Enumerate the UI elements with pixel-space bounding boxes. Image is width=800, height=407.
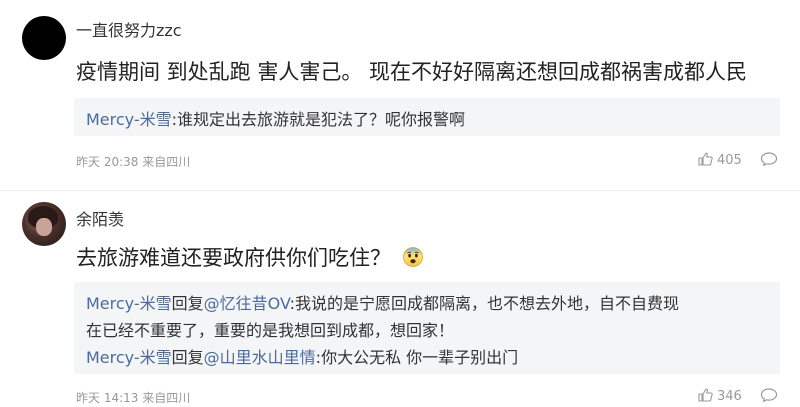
like-count: 405 (717, 153, 742, 168)
reply-button[interactable] (760, 151, 778, 171)
reply-box[interactable]: Mercy-米雪回复@忆往昔OV:我说的是宁愿回成都隔离，也不想去外地，自不自费… (74, 282, 780, 374)
reply-author-link[interactable]: Mercy-米雪 (86, 110, 172, 129)
reply-text: :谁规定出去旅游就是犯法了？呢你报警啊 (171, 110, 466, 129)
like-button[interactable]: 346 (697, 387, 742, 404)
comment-bubble-icon (760, 152, 778, 166)
thumbs-up-icon (698, 152, 713, 166)
reply-author-link[interactable]: Mercy-米雪 (86, 348, 172, 367)
reply-line: Mercy-米雪回复@忆往昔OV:我说的是宁愿回成都隔离，也不想去外地，自不自费… (86, 290, 679, 314)
reply-line: Mercy-米雪回复@山里水山里情:你大公无私 你一辈子别出门 (86, 344, 518, 368)
reply-button[interactable] (760, 387, 778, 407)
avatar[interactable] (22, 16, 66, 60)
comment-body: 去旅游难道还要政府供你们吃住？ (76, 242, 424, 272)
thumbs-up-icon (698, 388, 713, 402)
like-count: 346 (717, 389, 742, 404)
comment-bubble-icon (760, 388, 778, 402)
avatar[interactable] (22, 202, 66, 246)
comment-meta: 昨天 14:13 来自四川 (76, 391, 191, 405)
reply-action: 回复 (171, 294, 204, 313)
like-button[interactable]: 405 (697, 151, 742, 168)
reply-author-link[interactable]: Mercy-米雪 (86, 294, 172, 313)
comment-body-text: 去旅游难道还要政府供你们吃住？ (76, 246, 391, 270)
reply-mention-link[interactable]: @忆往昔OV (204, 294, 290, 313)
reply-line-continued: 在已经不重要了，重要的是我想回到成都，想回家！ (86, 321, 455, 340)
comment-username[interactable]: 余陌羡 (76, 206, 124, 230)
reply-line: Mercy-米雪:谁规定出去旅游就是犯法了？呢你报警啊 (86, 106, 465, 130)
reply-mention-link[interactable]: @山里水山里情 (204, 348, 316, 367)
comment-item: 余陌羡 去旅游难道还要政府供你们吃住？ Mercy-米雪回复@忆往昔OV:我说的… (0, 190, 800, 405)
reply-box[interactable]: Mercy-米雪:谁规定出去旅游就是犯法了？呢你报警啊 (74, 98, 780, 136)
reply-text: :你大公无私 你一辈子别出门 (315, 348, 519, 367)
reply-text: :我说的是宁愿回成都隔离，也不想去外地，自不自费现 (289, 294, 680, 313)
avatar-face (36, 218, 52, 236)
fearful-face-emoji (402, 247, 423, 267)
comment-meta: 昨天 20:38 来自四川 (76, 155, 191, 169)
comment-username[interactable]: 一直很努力zzc (76, 17, 182, 41)
comment-item: 一直很努力zzc 疫情期间 到处乱跑 害人害己。 现在不好好隔离还想回成都祸害成… (0, 0, 800, 190)
comment-body: 疫情期间 到处乱跑 害人害己。 现在不好好隔离还想回成都祸害成都人民 (76, 60, 748, 84)
reply-action: 回复 (171, 348, 204, 367)
